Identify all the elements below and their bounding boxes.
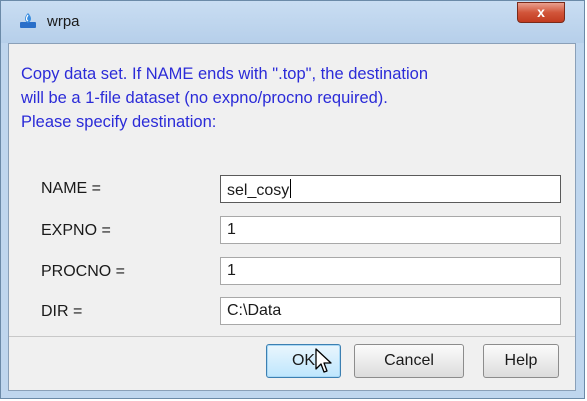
expno-input[interactable]: 1 — [220, 216, 561, 244]
name-value: sel_cosy — [227, 182, 290, 199]
button-separator — [9, 336, 575, 337]
dir-value: C:\Data — [227, 302, 282, 319]
dialog-body: Copy data set. If NAME ends with ".top",… — [8, 43, 576, 391]
message-line-2: will be a 1-file dataset (no expno/procn… — [21, 89, 388, 107]
procno-value: 1 — [227, 262, 236, 279]
cancel-button[interactable]: Cancel — [354, 344, 464, 378]
procno-input[interactable]: 1 — [220, 257, 561, 285]
name-label: NAME = — [41, 180, 102, 197]
message-line-3: Please specify destination: — [21, 113, 217, 131]
help-button[interactable]: Help — [483, 344, 559, 378]
mouse-pointer-icon — [314, 348, 336, 376]
wrpa-app-icon — [19, 12, 37, 30]
name-input[interactable]: sel_cosy — [220, 175, 561, 203]
close-icon: x — [537, 4, 545, 20]
dialog-window: wrpa x Copy data set. If NAME ends with … — [0, 0, 585, 399]
dir-label: DIR = — [41, 303, 83, 320]
title-bar[interactable]: wrpa x — [1, 1, 584, 43]
procno-label: PROCNO = — [41, 263, 126, 280]
text-caret — [290, 179, 292, 198]
message-line-1: Copy data set. If NAME ends with ".top",… — [21, 65, 429, 83]
window-title: wrpa — [47, 13, 80, 30]
instruction-message: Copy data set. If NAME ends with ".top",… — [21, 62, 569, 134]
expno-label: EXPNO = — [41, 222, 111, 239]
expno-value: 1 — [227, 221, 236, 238]
close-button[interactable]: x — [517, 2, 565, 23]
dir-input[interactable]: C:\Data — [220, 297, 561, 325]
